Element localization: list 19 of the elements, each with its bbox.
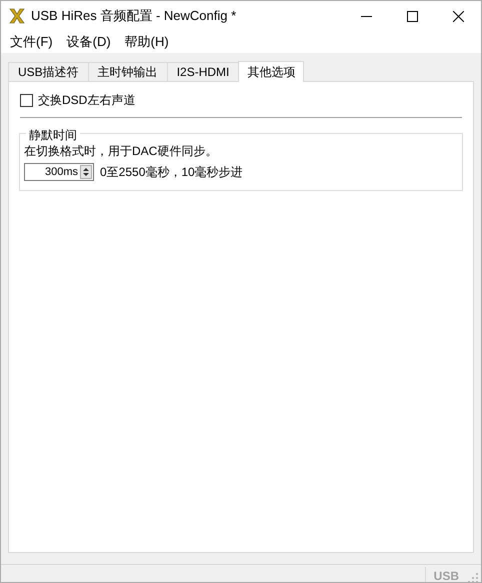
- checkbox[interactable]: [20, 94, 33, 106]
- menu-item[interactable]: 文件(F): [3, 32, 60, 52]
- maximize-icon: [406, 10, 418, 22]
- tab[interactable]: USB描述符: [8, 62, 89, 81]
- menu-item[interactable]: 设备(D): [60, 32, 118, 52]
- group-title: 静默时间: [26, 126, 80, 144]
- resize-grip-icon[interactable]: [467, 572, 479, 582]
- status-text: USB: [424, 566, 467, 582]
- checkbox-label: 交换DSD左右声道: [38, 92, 136, 109]
- spin-arrows-icon[interactable]: [80, 165, 92, 179]
- range-hint: 0至2550毫秒，10毫秒步进: [100, 164, 243, 181]
- tab[interactable]: 主时钟输出: [88, 62, 168, 81]
- window-title: USB HiRes 音频配置 - NewConfig *: [31, 7, 236, 26]
- menu-item[interactable]: 帮助(H): [118, 32, 176, 52]
- group-description: 在切换格式时，用于DAC硬件同步。: [24, 143, 218, 160]
- tab[interactable]: 其他选项: [238, 61, 304, 82]
- spin-box[interactable]: 300ms: [24, 163, 94, 181]
- app-logo-icon: [9, 8, 25, 24]
- close-icon: [452, 10, 464, 22]
